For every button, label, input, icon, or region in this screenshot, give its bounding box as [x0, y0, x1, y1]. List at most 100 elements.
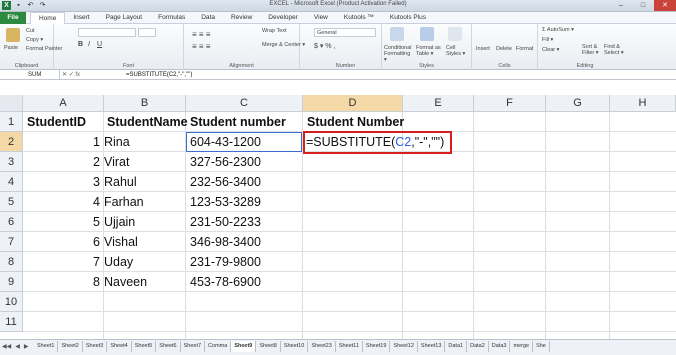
merge-center-button[interactable]: Merge & Center ▾	[262, 42, 305, 48]
align-left-icon[interactable]: ≡ ≡ ≡	[192, 30, 210, 39]
underline-icon[interactable]: U	[97, 41, 102, 48]
column-header-h[interactable]: H	[610, 95, 676, 112]
cell-a8[interactable]: 7	[27, 252, 100, 272]
column-header-e[interactable]: E	[403, 95, 474, 112]
cell-c6[interactable]: 231-50-2233	[190, 212, 261, 232]
next-sheet-icon[interactable]: ▶	[24, 343, 29, 350]
find-select-button[interactable]: Find & Select ▾	[604, 44, 628, 56]
autosum-button[interactable]: Σ AutoSum ▾	[542, 27, 574, 33]
cell-a9[interactable]: 8	[27, 272, 100, 292]
format-table-icon[interactable]	[420, 27, 434, 41]
row-header-8[interactable]: 8	[0, 252, 23, 272]
insert-button[interactable]: Insert	[476, 46, 490, 52]
cell-b9[interactable]: Naveen	[104, 272, 147, 292]
sheet-tab[interactable]: Sheet13	[418, 341, 446, 352]
cell-c5[interactable]: 123-53-3289	[190, 192, 261, 212]
row-header-9[interactable]: 9	[0, 272, 23, 292]
sheet-tab[interactable]: Sheet12	[390, 341, 418, 352]
sheet-tab[interactable]: Sheet5	[132, 341, 157, 352]
column-header-a[interactable]: A	[23, 95, 104, 112]
maximize-button[interactable]: □	[632, 0, 654, 11]
sheet-tab[interactable]: Comma	[205, 341, 232, 352]
sheet-tab[interactable]: Sheet10	[281, 341, 309, 352]
cell-b2[interactable]: Rina	[104, 132, 130, 152]
sheet-tab[interactable]: Data3	[489, 341, 511, 352]
conditional-formatting-button[interactable]: Conditional Formatting ▾	[384, 45, 414, 63]
cell-b3[interactable]: Virat	[104, 152, 129, 172]
cell-b7[interactable]: Vishal	[104, 232, 138, 252]
cell-b1[interactable]: StudentName	[107, 112, 188, 132]
sheet-tab[interactable]: Sheet3	[83, 341, 108, 352]
column-header-c[interactable]: C	[186, 95, 303, 112]
font-size-dropdown[interactable]	[138, 28, 156, 37]
row-header-6[interactable]: 6	[0, 212, 23, 232]
sheet-tab[interactable]: Sheet8	[256, 341, 281, 352]
currency-icon[interactable]: $ ▾ % ,	[314, 42, 335, 50]
sheet-tab[interactable]: Sheet7	[181, 341, 206, 352]
sheet-tab[interactable]: Sheet19	[363, 341, 391, 352]
cell-b8[interactable]: Uday	[104, 252, 133, 272]
name-box[interactable]: SUM	[0, 70, 60, 80]
conditional-formatting-icon[interactable]	[390, 27, 404, 41]
cell-a6[interactable]: 5	[27, 212, 100, 232]
paste-button[interactable]: Paste	[4, 45, 18, 51]
italic-icon[interactable]: I	[88, 41, 90, 48]
column-header-f[interactable]: F	[474, 95, 546, 112]
sheet-tab[interactable]: Data2	[467, 341, 489, 352]
cell-b6[interactable]: Ujjain	[104, 212, 135, 232]
sheet-tab[interactable]: Sheet9	[231, 341, 257, 352]
sheet-tab[interactable]: Sheet23	[308, 341, 336, 352]
sheet-tab[interactable]: Sheet6	[156, 341, 181, 352]
column-header-b[interactable]: B	[104, 95, 186, 112]
format-painter-button[interactable]: Format Painter	[26, 46, 62, 52]
sheet-tab[interactable]: Sheet1	[34, 341, 59, 352]
delete-button[interactable]: Delete	[496, 46, 512, 52]
sheet-tab[interactable]: She	[533, 341, 550, 352]
column-header-g[interactable]: G	[546, 95, 610, 112]
cell-styles-button[interactable]: Cell Styles ▾	[446, 45, 470, 57]
cell-styles-icon[interactable]	[448, 27, 462, 41]
prev-sheet-icon[interactable]: ◀	[15, 343, 20, 350]
fill-button[interactable]: Fill ▾	[542, 37, 553, 43]
file-tab[interactable]: File	[0, 12, 26, 24]
wrap-text-button[interactable]: Wrap Text	[262, 28, 287, 34]
cell-a3[interactable]: 2	[27, 152, 100, 172]
row-header-4[interactable]: 4	[0, 172, 23, 192]
sheet-tab[interactable]: merge	[510, 341, 534, 352]
cut-button[interactable]: Cut	[26, 28, 35, 34]
paste-icon[interactable]	[6, 28, 20, 42]
cell-b4[interactable]: Rahul	[104, 172, 137, 192]
select-all-corner[interactable]	[0, 95, 23, 112]
row-header-2[interactable]: 2	[0, 132, 23, 152]
cell-b5[interactable]: Farhan	[104, 192, 144, 212]
sheet-tab[interactable]: Sheet11	[336, 341, 363, 352]
column-header-d[interactable]: D	[303, 95, 403, 112]
cell-a7[interactable]: 6	[27, 232, 100, 252]
row-header-10[interactable]: 10	[0, 292, 23, 312]
cell-a1[interactable]: StudentID	[27, 112, 86, 132]
cell-c8[interactable]: 231-79-9800	[190, 252, 261, 272]
font-name-dropdown[interactable]	[78, 28, 136, 37]
formula-input[interactable]: =SUBSTITUTE(C2,"-","")	[126, 70, 192, 80]
sheet-tab[interactable]: Data1	[445, 341, 468, 352]
row-header-1[interactable]: 1	[0, 112, 23, 132]
cell-c3[interactable]: 327-56-2300	[190, 152, 261, 172]
cell-c7[interactable]: 346-98-3400	[190, 232, 261, 252]
cell-c1[interactable]: Student number	[190, 112, 286, 132]
minimize-button[interactable]: –	[610, 0, 632, 11]
cell-a2[interactable]: 1	[27, 132, 100, 152]
sheet-tab[interactable]: Sheet2	[58, 341, 83, 352]
cell-c9[interactable]: 453-78-6900	[190, 272, 261, 292]
cell-a5[interactable]: 4	[27, 192, 100, 212]
first-sheet-icon[interactable]: ◀◀	[2, 343, 11, 350]
cell-c4[interactable]: 232-56-3400	[190, 172, 261, 192]
cell-a4[interactable]: 3	[27, 172, 100, 192]
format-as-table-button[interactable]: Format as Table ▾	[416, 45, 444, 57]
sheet-tab[interactable]: Sheet4	[107, 341, 132, 352]
clear-button[interactable]: Clear ▾	[542, 47, 559, 53]
copy-button[interactable]: Copy ▾	[26, 37, 43, 43]
row-header-5[interactable]: 5	[0, 192, 23, 212]
format-button[interactable]: Format	[516, 46, 533, 52]
cell-d1[interactable]: Student Number	[307, 112, 404, 132]
bold-icon[interactable]: B	[78, 41, 83, 48]
